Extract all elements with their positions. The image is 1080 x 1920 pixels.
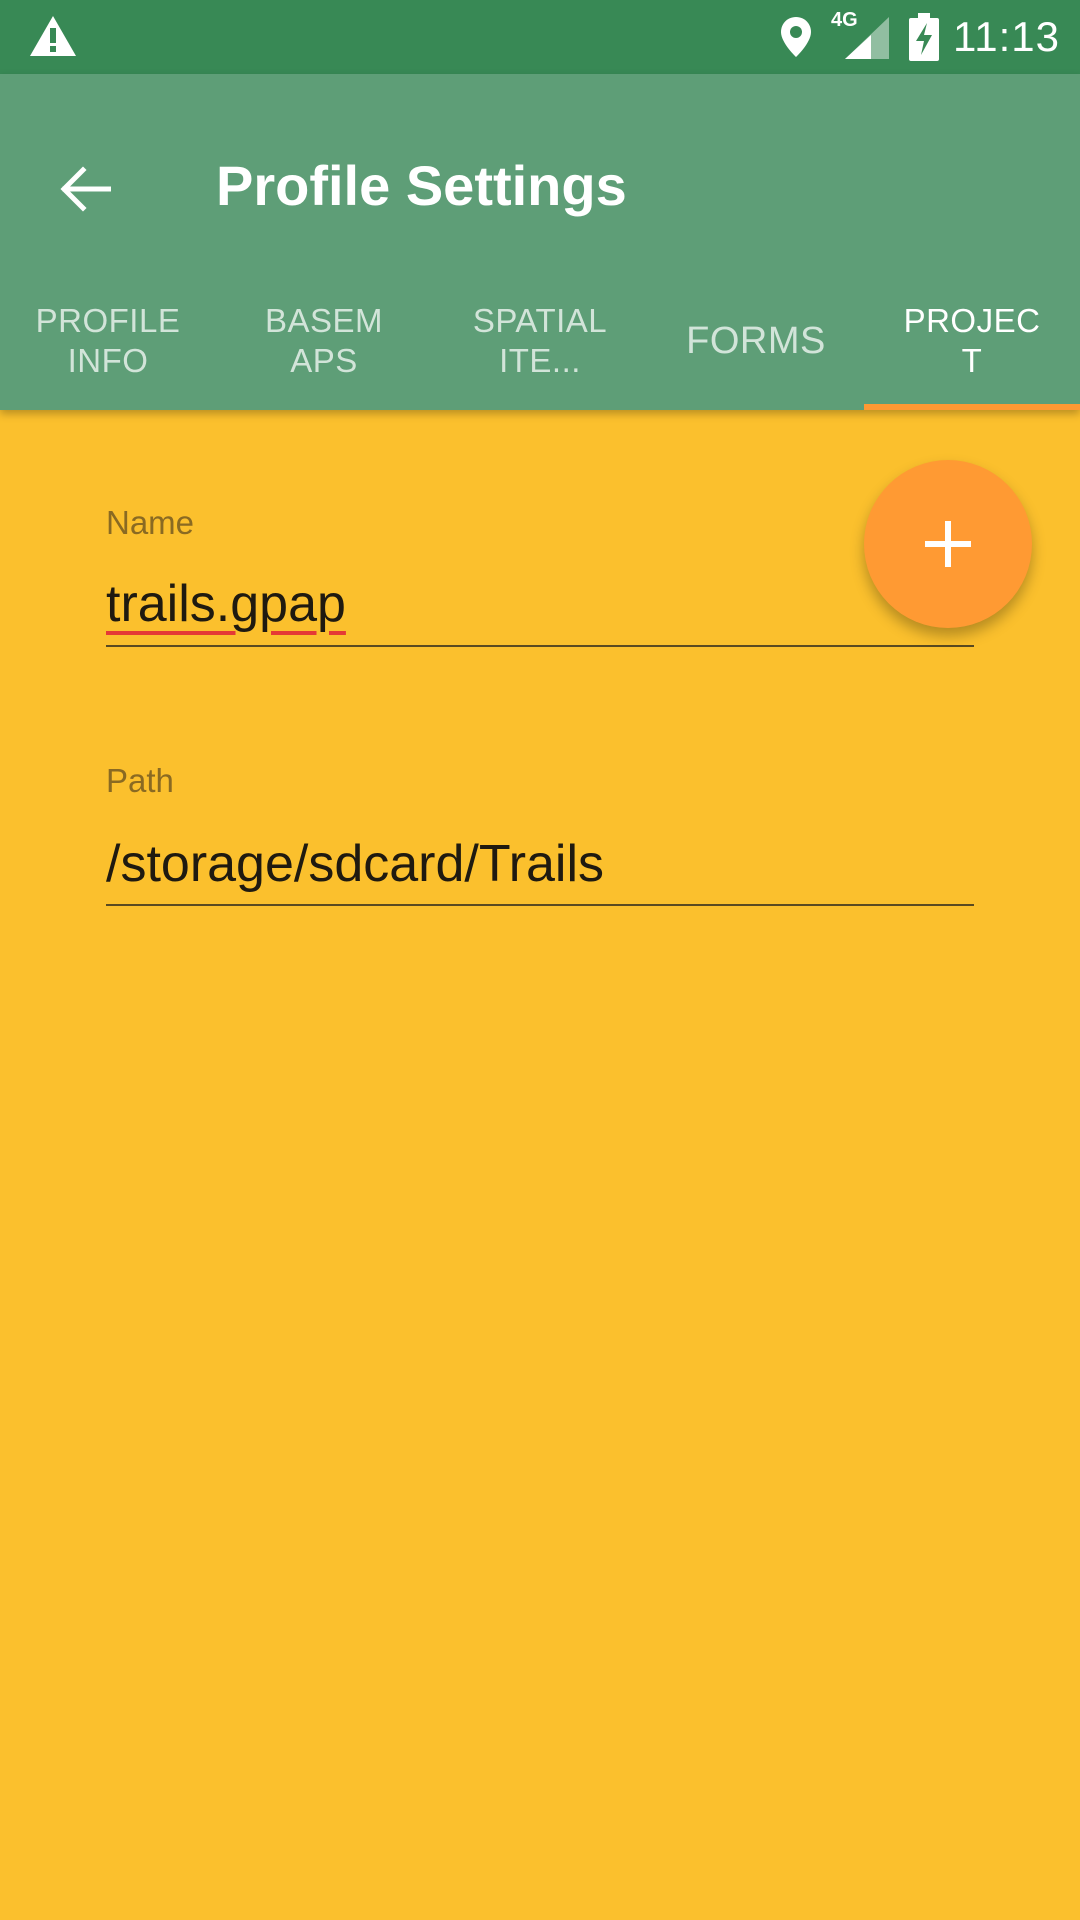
warning-icon [30, 16, 76, 56]
tab-spatial-items[interactable]: SPATIAL ITE... [432, 272, 648, 410]
app-bar: Profile Settings PROFILE INFO BASEM APS … [0, 74, 1080, 410]
clock: 11:13 [953, 13, 1060, 60]
name-field-underline [106, 645, 974, 647]
add-button[interactable] [864, 460, 1032, 628]
arrow-back-icon [60, 166, 111, 212]
tab-basemaps[interactable]: BASEM APS [216, 272, 432, 410]
tab-profile-info[interactable]: PROFILE INFO [0, 272, 216, 410]
location-icon [781, 17, 811, 57]
name-label: Name [106, 504, 195, 541]
status-icons: 4G 11:13 [761, 0, 1060, 74]
page-title: Profile Settings [216, 154, 627, 217]
path-field-underline [106, 904, 974, 906]
status-bar: 4G 11:13 [0, 0, 1080, 74]
back-button[interactable] [50, 154, 120, 224]
tab-forms[interactable]: FORMS [648, 272, 864, 410]
tab-project[interactable]: PROJEC T [864, 272, 1080, 410]
tab-bar: PROFILE INFO BASEM APS SPATIAL ITE... FO… [0, 272, 1080, 410]
path-field[interactable]: /storage/sdcard/Trails [106, 834, 604, 894]
path-label: Path [106, 762, 174, 799]
name-value: trails.gpap [106, 575, 346, 633]
battery-charging-icon [909, 13, 939, 61]
name-field[interactable]: trails.gpap [106, 574, 346, 634]
screen: 4G 11:13 Profile Settings PROFILE INFO B… [0, 0, 1080, 1920]
add-icon [925, 521, 971, 567]
signal-icon: 4G [831, 9, 891, 61]
